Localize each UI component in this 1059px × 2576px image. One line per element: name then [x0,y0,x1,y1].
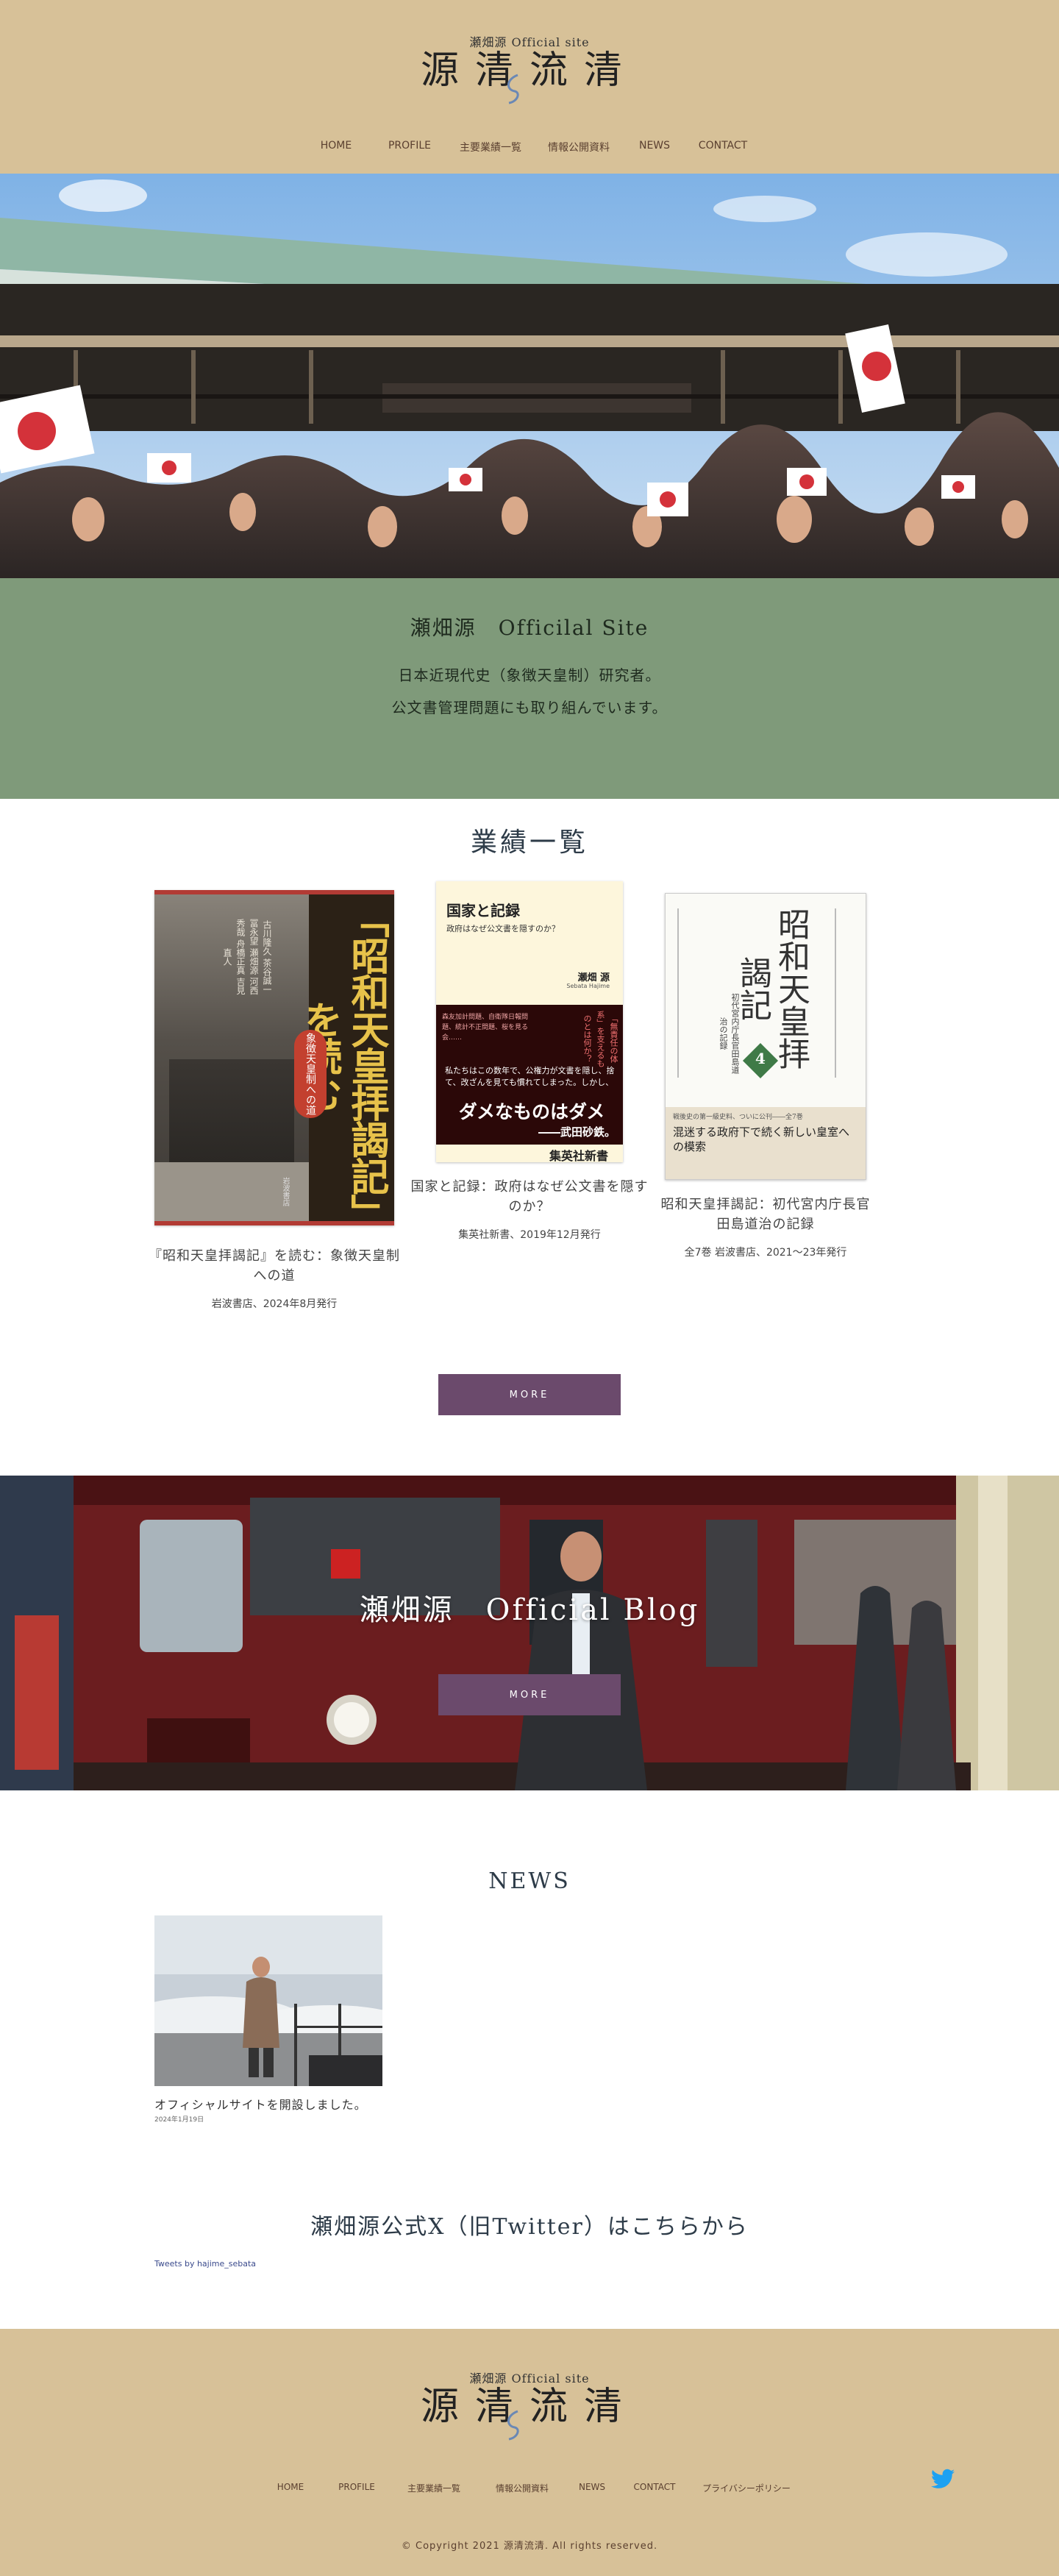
nav-profile[interactable]: PROFILE [373,140,446,154]
book-cover-badge: 象徴天皇制への道 [294,1030,327,1118]
book-cover-author-roman: Sebata Hajime [566,983,610,989]
book-meta: 全7巻 岩波書店、2021～23年発行 [684,1247,847,1259]
intro-line-1: 日本近現代史（象徴天皇制）研究者。 [398,666,661,684]
book-cover-band-left: 森友加計問題、自衛隊日報問題、統計不正問題、桜を見る会…… [442,1014,529,1042]
book-cover-quote: ダメなものはダメ [458,1101,605,1122]
footer-nav-news[interactable]: NEWS [566,2482,618,2494]
x-section-title: 瀬畑源公式X（旧Twitter）はこちらから [310,2214,749,2240]
blog-banner[interactable]: 瀬畑源 Official Blog MORE [0,1476,1059,1790]
book-meta: 岩波書店、2024年8月発行 [211,1298,338,1310]
book-cover[interactable]: 国家と記録 政府はなぜ公文書を隠すのか？ 瀬畑 源 Sebata Hajime … [436,881,623,1162]
book-cover-band-body: 私たちはこの数年で、公権力が文書を隠し、捨て、改ざんを見ても慣れてしまった。しか… [445,1066,615,1087]
book-cover-author: 瀬畑 源 [577,972,610,983]
hero-image [0,174,1059,578]
book-cover-title: 「昭和天皇拝謁記」を読む [297,900,389,1211]
blog-title: 瀬畑源 Official Blog [359,1593,700,1627]
copyright: © Copyright 2021 源清流清. All rights reserv… [401,2541,658,2552]
book-cover[interactable]: 「昭和天皇拝謁記」を読む 象徴天皇制への道 古川隆久 茶谷誠一 冨永望 瀬畑源 … [154,890,394,1225]
intro-section: 瀬畑源 Officilal Site 日本近現代史（象徴天皇制）研究者。 公文書… [0,578,1059,799]
book-card[interactable]: 国家と記録 政府はなぜ公文書を隠すのか？ 瀬畑 源 Sebata Hajime … [404,881,655,1242]
footer-nav-home[interactable]: HOME [257,2482,324,2494]
footer-nav-documents[interactable]: 情報公開資料 [478,2482,566,2494]
book-cover-volume: 4 [755,1050,766,1067]
book-cover[interactable]: 昭和天皇拝謁記 初代宮内庁長官田島道治の記録 4 戦後史の第一級史料、ついに公刊… [665,893,866,1180]
book-cover-quote-by: ――武田砂鉄。 [538,1125,616,1139]
works-more-button[interactable]: MORE [438,1374,621,1415]
book-cover-title: 国家と記録 [446,902,520,919]
nav-documents[interactable]: 情報公開資料 [535,140,623,154]
site-header: 瀬畑源 Official site 源清流清 HOME PROFILE 主要業績… [0,0,1059,174]
book-title[interactable]: 昭和天皇拝謁記：初代宮内庁長官田島道治の記録 [656,1195,875,1234]
footer-nav-privacy[interactable]: プライバシーポリシー [691,2482,802,2494]
works-title: 業績一覧 [470,828,588,858]
nav-works[interactable]: 主要業績一覧 [446,140,535,154]
footer-logo-subtitle: 瀬畑源 Official site [469,2372,590,2385]
book-title[interactable]: 国家と記録：政府はなぜ公文書を隠すのか？ [404,1177,655,1217]
footer-logo-swirl-icon [507,2410,519,2441]
book-cover-publisher: 集英社新書 [549,1149,608,1162]
book-title[interactable]: 『昭和天皇拝謁記』を読む：象徴天皇制への道 [147,1246,402,1286]
footer-nav-profile[interactable]: PROFILE [324,2482,390,2494]
news-item-title[interactable]: オフィシャルサイトを開設しました。 [154,2095,382,2113]
book-cover-subtitle: 初代宮内庁長官田島道治の記録 [719,993,740,1074]
book-cover-band-top: 戦後史の第一級史料、ついに公刊――全7巻 [673,1114,803,1121]
intro-line-2: 公文書管理問題にも取り組んでいます。 [391,699,668,716]
book-cover-subtitle: 政府はなぜ公文書を隠すのか？ [446,924,560,933]
nav-contact[interactable]: CONTACT [686,140,760,154]
blog-more-button[interactable]: MORE [438,1674,621,1715]
main-nav: HOME PROFILE 主要業績一覧 情報公開資料 NEWS CONTACT [0,140,1059,154]
logo-subtitle: 瀬畑源 Official site [469,35,590,49]
site-logo[interactable]: 瀬畑源 Official site 源清流清 [0,32,1059,90]
book-meta: 集英社新書、2019年12月発行 [458,1229,601,1241]
news-title: NEWS [488,1868,571,1894]
footer-logo-title: 源清流清 [420,2385,638,2429]
book-cover-band-red: 「無責任の体系」を支えるものとは何か？ [582,1010,618,1067]
footer-nav-works[interactable]: 主要業績一覧 [390,2482,478,2494]
site-footer: 瀬畑源 Official site 源清流清 HOME PROFILE 主要業績… [0,2329,1059,2576]
twitter-icon[interactable] [931,2469,955,2489]
news-item[interactable]: オフィシャルサイトを開設しました。 2024年1月19日 [154,1915,382,2124]
book-cover-authors: 古川隆久 茶谷誠一 冨永望 瀬畑源 河西秀哉 舟橋正真 吉見直人 [222,919,272,995]
intro-title: 瀬畑源 Officilal Site [410,616,649,640]
footer-nav-contact[interactable]: CONTACT [618,2482,691,2494]
book-cover-band-main: 混迷する政府下で続く新しい皇室への模索 [673,1125,850,1153]
book-card[interactable]: 昭和天皇拝謁記 初代宮内庁長官田島道治の記録 4 戦後史の第一級史料、ついに公刊… [656,893,875,1259]
logo-title: 源清流清 [420,49,638,93]
news-thumbnail[interactable] [154,1915,382,2086]
footer-nav: HOME PROFILE 主要業績一覧 情報公開資料 NEWS CONTACT … [0,2482,1059,2494]
nav-news[interactable]: NEWS [623,140,686,154]
logo-swirl-icon [507,74,519,104]
footer-logo[interactable]: 瀬畑源 Official site 源清流清 [0,2369,1059,2426]
book-card[interactable]: 「昭和天皇拝謁記」を読む 象徴天皇制への道 古川隆久 茶谷誠一 冨永望 瀬畑源 … [147,890,402,1311]
news-item-date: 2024年1月19日 [154,2116,204,2124]
nav-home[interactable]: HOME [299,140,373,154]
book-cover-title: 昭和天皇拝謁記 [734,908,810,1070]
tweets-link[interactable]: Tweets by hajime_sebata [154,2259,256,2269]
book-cover-publisher: 岩波書店 [281,1177,289,1206]
